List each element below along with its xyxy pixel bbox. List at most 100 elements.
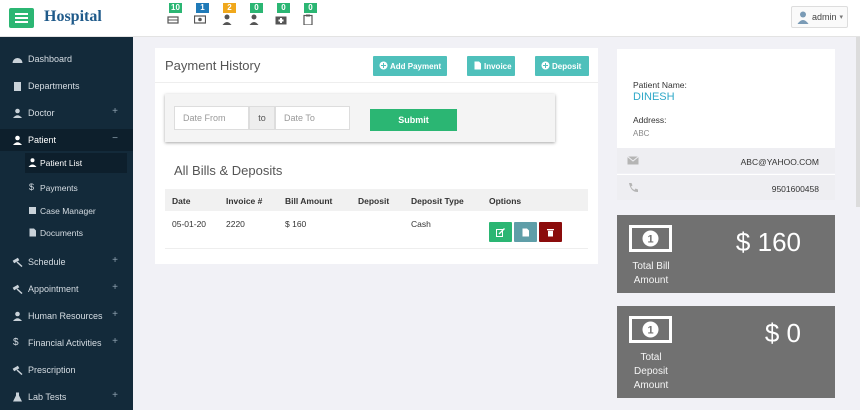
sidebar-subitem-label: Case Manager (40, 206, 96, 216)
phone-icon (629, 183, 638, 193)
notification-payments[interactable]: 1 (193, 3, 213, 33)
cell-deposit-type: Cash (411, 219, 431, 229)
money-bill-icon: 1 (629, 225, 672, 252)
dollar-icon: $ (29, 182, 35, 192)
column-header: Invoice # (226, 196, 263, 206)
sidebar-item-schedule[interactable]: Schedule + (0, 251, 133, 273)
patient-phone-row: 9501600458 (617, 174, 835, 200)
user-icon (28, 158, 37, 167)
notification-beds[interactable]: 10 (166, 3, 186, 33)
dashboard-icon (12, 58, 23, 63)
svg-text:1: 1 (647, 325, 653, 337)
sidebar-item-lab-tests[interactable]: Lab Tests + (0, 386, 133, 408)
notification-count: 0 (277, 3, 290, 13)
chevron-down-icon: ▾ (839, 14, 843, 21)
user-icon (222, 14, 232, 25)
sidebar-subitem-label: Documents (40, 228, 83, 238)
scrollbar[interactable] (856, 37, 860, 207)
collapse-icon: − (112, 133, 118, 144)
expand-icon: + (112, 106, 118, 117)
sidebar-subitem-case-manager[interactable]: Case Manager (25, 201, 127, 221)
user-name: admin (812, 12, 837, 22)
sidebar-item-label: Schedule (28, 257, 66, 267)
cell-invoice: 2220 (226, 219, 245, 229)
submit-button[interactable]: Submit (370, 109, 457, 131)
sidebar-item-dashboard[interactable]: Dashboard (0, 48, 133, 70)
to-label: to (249, 106, 275, 130)
notification-count: 10 (169, 3, 182, 13)
sidebar-item-label: Prescription (28, 365, 76, 375)
user-menu[interactable]: admin ▾ (791, 6, 848, 28)
date-filter: Date From to Date To Submit (165, 94, 555, 142)
user-tie-icon (249, 14, 259, 25)
sidebar-subitem-patient-list[interactable]: Patient List (25, 153, 127, 173)
sidebar-item-label: Departments (28, 81, 80, 91)
sidebar-item-label: Patient (28, 135, 57, 145)
sidebar-item-label: Doctor (28, 108, 55, 118)
file-icon (29, 228, 36, 237)
sidebar-subitem-label: Patient List (40, 158, 83, 168)
clipboard-icon (303, 14, 313, 25)
envelope-icon (627, 156, 639, 165)
total-deposit-amount: $ 0 (764, 318, 801, 348)
column-header: Bill Amount (285, 196, 333, 206)
bed-icon (167, 16, 179, 24)
patient-email-row: ABC@YAHOO.COM (617, 147, 835, 173)
svg-text:1: 1 (647, 234, 653, 246)
total-bill-label: Total Bill Amount (632, 261, 670, 286)
patient-address-label: Address: (633, 115, 667, 125)
top-bar: Hospital 10 1 2 0 0 0 admin ▾ (0, 0, 860, 37)
patient-address: ABC (633, 129, 650, 138)
sidebar-item-doctor[interactable]: Doctor + (0, 102, 133, 124)
sidebar-item-label: Dashboard (28, 54, 73, 64)
gavel-icon (12, 365, 23, 375)
sidebar-item-financial-activities[interactable]: $ Financial Activities + (0, 332, 133, 354)
notification-doctors[interactable]: 0 (247, 3, 267, 33)
notification-prescriptions[interactable]: 0 (301, 3, 321, 33)
sidebar-item-appointment[interactable]: Appointment + (0, 278, 133, 300)
sidebar-item-label: Human Resources (28, 311, 103, 321)
notification-count: 1 (196, 3, 209, 13)
menu-toggle-button[interactable] (9, 8, 34, 28)
dollar-icon: $ (13, 337, 19, 348)
total-deposit-card: 1 Total Deposit Amount $ 0 (617, 306, 835, 398)
add-payment-button[interactable]: Add Payment (373, 56, 447, 76)
sidebar: Dashboard Departments Doctor + Patient −… (0, 37, 133, 410)
sidebar-subitem-payments[interactable]: $ Payments (25, 178, 127, 198)
expand-icon: + (112, 255, 118, 266)
sidebar-item-patient[interactable]: Patient − (0, 129, 133, 151)
expand-icon: + (112, 390, 118, 401)
notification-count: 0 (304, 3, 317, 13)
view-invoice-button[interactable] (514, 222, 537, 242)
sidebar-item-departments[interactable]: Departments (0, 75, 133, 97)
cell-bill-amount: $ 160 (285, 219, 307, 229)
sidebar-subitem-documents[interactable]: Documents (25, 223, 127, 243)
delete-button[interactable] (539, 222, 562, 242)
brand-logo[interactable]: Hospital (44, 8, 102, 26)
notification-medkit[interactable]: 0 (274, 3, 294, 33)
sidebar-item-label: Financial Activities (28, 338, 102, 348)
notification-count: 2 (223, 3, 236, 13)
column-header: Deposit (358, 196, 390, 206)
edit-button[interactable] (489, 222, 512, 242)
users-icon (13, 135, 22, 145)
file-icon (522, 228, 529, 237)
expand-icon: + (112, 309, 118, 320)
sidebar-item-prescription[interactable]: Prescription (0, 359, 133, 381)
date-to-input[interactable]: Date To (275, 106, 350, 130)
date-from-input[interactable]: Date From (174, 106, 249, 130)
medkit-icon (275, 16, 287, 25)
cell-date: 05-01-20 (172, 219, 207, 229)
table-header: Date Invoice # Bill Amount Deposit Depos… (165, 189, 588, 211)
notification-patients[interactable]: 2 (220, 3, 240, 33)
page-title: Payment History (165, 58, 261, 73)
edit-icon (496, 228, 505, 237)
table-row: 05-01-20 2220 $ 160 Cash (165, 211, 588, 249)
money-icon (194, 15, 206, 24)
deposit-button[interactable]: Deposit (535, 56, 589, 76)
money-bill-icon: 1 (629, 316, 672, 343)
expand-icon: + (112, 336, 118, 347)
total-bill-amount: $ 160 (735, 227, 801, 257)
sidebar-item-human-resources[interactable]: Human Resources + (0, 305, 133, 327)
invoice-button[interactable]: Invoice (467, 56, 515, 76)
